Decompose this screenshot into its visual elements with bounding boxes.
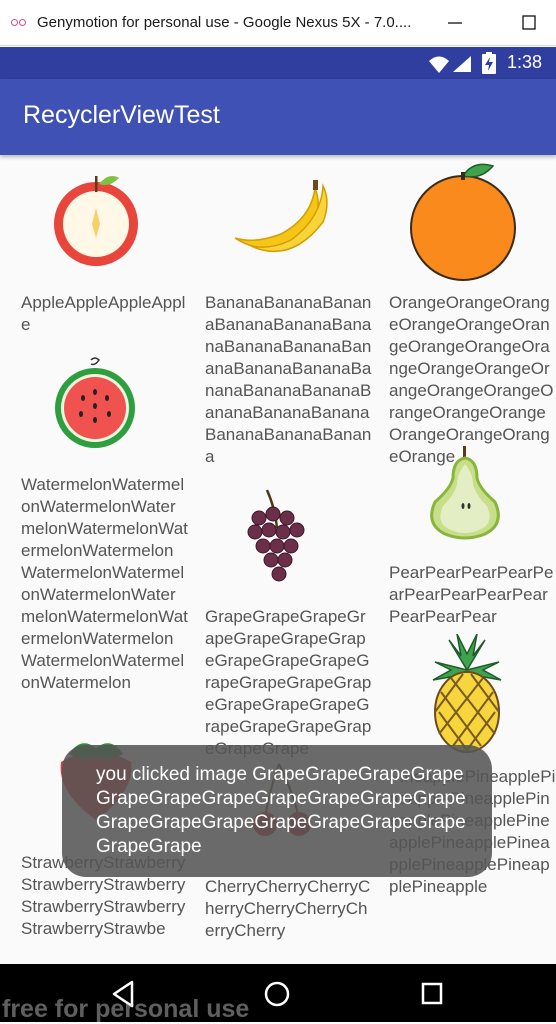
- toast: you clicked image GrapeGrapeGrapeGrapeGr…: [62, 745, 492, 877]
- orange-icon[interactable]: [405, 162, 521, 282]
- item-name: GrapeGrapeGrapeGrapeGrapeGrapeGrapeGrape…: [205, 607, 372, 758]
- item-name: PearPearPearPearPearPearPearPearPearPear…: [389, 563, 554, 626]
- window-title: Genymotion for personal use - Google Nex…: [37, 14, 412, 31]
- window-title-bar: Genymotion for personal use - Google Nex…: [0, 0, 556, 46]
- item-name: WatermelonWatermelonWatermelonWatermelon…: [21, 475, 188, 692]
- watermark: free for personal use: [2, 995, 250, 1023]
- item-name: BananaBananaBananaBananaBananaBananaBana…: [205, 293, 372, 466]
- battery-charging-icon: [482, 52, 496, 74]
- pineapple-icon[interactable]: [427, 634, 507, 754]
- status-time: 1:38: [506, 52, 542, 72]
- wifi-icon: [429, 56, 449, 73]
- signal-icon: [453, 56, 471, 72]
- genymotion-logo-icon: [11, 18, 29, 28]
- toast-message: you clicked image GrapeGrapeGrapeGrapeGr…: [96, 764, 466, 857]
- watermelon-icon[interactable]: [53, 356, 137, 452]
- grape-icon[interactable]: [245, 488, 315, 584]
- banana-icon[interactable]: [231, 178, 331, 264]
- pear-icon[interactable]: [425, 444, 505, 540]
- app-title: RecyclerViewTest: [23, 101, 220, 129]
- apple-icon[interactable]: [51, 170, 141, 270]
- item-name: CherryCherryCherryCherryCherryCherryCher…: [205, 877, 371, 940]
- app-bar: RecyclerViewTest: [0, 79, 556, 155]
- item-name: AppleAppleAppleApple: [21, 293, 186, 334]
- status-bar: 1:38: [0, 47, 556, 79]
- item-name: OrangeOrangeOrangeOrangeOrangeOrangeOran…: [389, 293, 554, 466]
- home-icon[interactable]: [263, 980, 291, 1008]
- recents-icon[interactable]: [420, 980, 444, 1008]
- maximize-icon[interactable]: [518, 12, 540, 34]
- minimize-icon[interactable]: [444, 12, 466, 34]
